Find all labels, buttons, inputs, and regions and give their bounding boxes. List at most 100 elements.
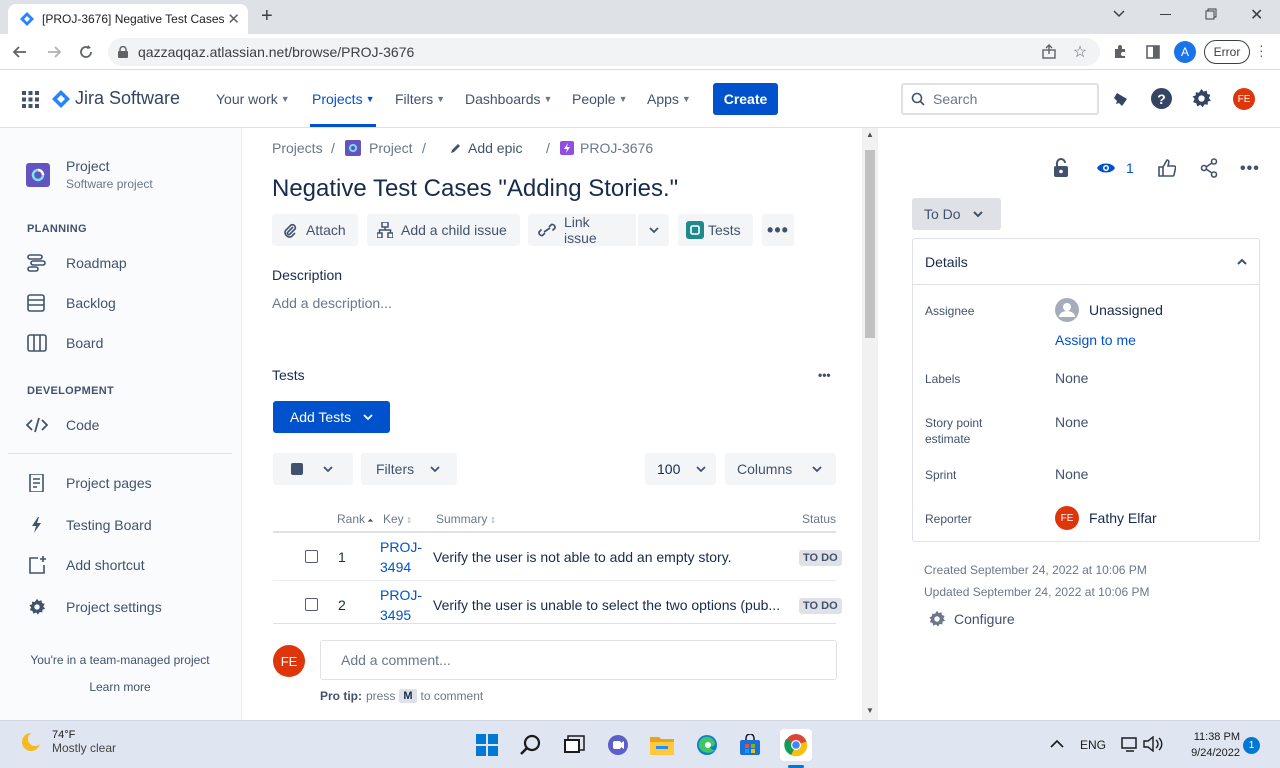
scrollbar-thumb[interactable]	[865, 150, 875, 338]
breadcrumb-add-epic[interactable]: Add epic	[450, 140, 522, 156]
assign-to-me-link[interactable]: Assign to me	[1055, 332, 1136, 348]
breadcrumb-project[interactable]: Project	[345, 140, 413, 156]
edge-browser-icon[interactable]	[693, 731, 721, 759]
column-header-rank[interactable]: Rank ⏶	[337, 512, 374, 526]
nav-apps[interactable]: Apps ▼	[647, 91, 691, 107]
sprint-value[interactable]: None	[1055, 466, 1088, 482]
maximize-icon[interactable]	[1205, 8, 1217, 20]
help-icon[interactable]: ?	[1151, 88, 1172, 109]
status-dropdown[interactable]: To Do	[912, 198, 1001, 230]
row-summary[interactable]: Verify the user is not able to add an em…	[433, 549, 793, 565]
clock[interactable]: 11:38 PM 9/24/2022	[1170, 729, 1240, 761]
side-panel-icon[interactable]	[1139, 38, 1167, 66]
windows-start-icon[interactable]	[473, 731, 501, 759]
bulk-select-dropdown[interactable]	[273, 453, 353, 485]
new-tab-icon[interactable]: +	[261, 5, 273, 28]
restriction-lock-icon[interactable]	[1053, 158, 1069, 178]
labels-value[interactable]: None	[1055, 370, 1088, 386]
network-icon[interactable]	[1121, 736, 1139, 752]
details-header[interactable]: Details	[913, 239, 1259, 285]
minimize-icon[interactable]	[1160, 14, 1171, 15]
sidebar-item-project-pages[interactable]: Project pages	[26, 474, 152, 492]
row-checkbox[interactable]	[305, 550, 318, 563]
sidebar-item-project-settings[interactable]: Project settings	[26, 598, 162, 616]
share-icon[interactable]	[1200, 158, 1218, 178]
breadcrumb-issue-key[interactable]: PROJ-3676	[560, 140, 653, 156]
search-input[interactable]: Search	[901, 83, 1099, 115]
filters-dropdown[interactable]: Filters	[361, 453, 457, 485]
row-checkbox[interactable]	[305, 598, 318, 611]
thumbs-up-icon[interactable]	[1158, 159, 1176, 177]
tab-search-chevron-icon[interactable]	[1113, 7, 1125, 19]
link-issue-button[interactable]: Link issue	[528, 214, 636, 246]
attach-button[interactable]: Attach	[272, 214, 358, 246]
file-explorer-icon[interactable]	[648, 731, 676, 759]
nav-dashboards[interactable]: Dashboards ▼	[465, 91, 552, 107]
sidebar-item-roadmap[interactable]: Roadmap	[26, 254, 127, 272]
extensions-puzzle-icon[interactable]	[1106, 38, 1134, 66]
teams-chat-icon[interactable]	[604, 731, 632, 759]
task-view-icon[interactable]	[560, 731, 588, 759]
sidebar-item-code[interactable]: Code	[26, 416, 99, 434]
tests-more-icon[interactable]: •••	[818, 368, 831, 382]
columns-dropdown[interactable]: Columns	[725, 453, 836, 485]
row-summary[interactable]: Verify the user is unable to select the …	[433, 597, 793, 613]
assignee-field[interactable]: Unassigned	[1055, 298, 1163, 322]
volume-icon[interactable]	[1143, 736, 1163, 752]
weather-widget[interactable]: 74°F Mostly clear	[20, 729, 116, 755]
show-hidden-icons-chevron[interactable]	[1050, 739, 1064, 749]
link-issue-dropdown[interactable]	[638, 214, 669, 246]
forward-arrow-icon[interactable]	[40, 38, 68, 66]
jira-logo[interactable]: Jira Software	[52, 88, 180, 109]
scroll-up-arrow-icon[interactable]: ▲	[866, 130, 874, 139]
more-horizontal-icon[interactable]: •••	[1240, 160, 1260, 178]
create-button[interactable]: Create	[713, 83, 778, 115]
sidebar-item-backlog[interactable]: Backlog	[26, 294, 116, 312]
close-tab-icon[interactable]: ✕	[227, 10, 240, 28]
tests-button[interactable]: Tests	[678, 214, 753, 246]
nav-projects[interactable]: Projects ▼	[312, 91, 375, 107]
reload-icon[interactable]	[72, 38, 100, 66]
nav-filters[interactable]: Filters ▼	[395, 91, 445, 107]
comment-input[interactable]: Add a comment...	[320, 640, 837, 680]
issue-title[interactable]: Negative Test Cases "Adding Stories."	[272, 175, 678, 203]
settings-gear-icon[interactable]	[1191, 88, 1212, 109]
scroll-down-arrow-icon[interactable]: ▼	[866, 706, 874, 715]
main-scrollbar[interactable]: ▲ ▼	[862, 128, 878, 720]
more-actions-button[interactable]: •••	[762, 214, 794, 246]
close-window-icon[interactable]: ✕	[1250, 5, 1263, 25]
story-points-value[interactable]: None	[1055, 414, 1088, 430]
add-tests-button[interactable]: Add Tests	[273, 401, 390, 433]
language-indicator[interactable]: ENG	[1080, 738, 1106, 752]
nav-people[interactable]: People ▼	[572, 91, 628, 107]
share-page-icon[interactable]	[1035, 38, 1063, 66]
nav-your-work[interactable]: Your work ▼	[216, 91, 290, 107]
browser-tab[interactable]: [PROJ-3676] Negative Test Cases ✕	[8, 4, 248, 34]
taskbar-search-icon[interactable]	[517, 731, 545, 759]
error-badge[interactable]: Error	[1204, 40, 1250, 64]
page-size-dropdown[interactable]: 100	[645, 453, 716, 485]
watch-button[interactable]: 1	[1096, 160, 1134, 176]
add-child-issue-button[interactable]: Add a child issue	[367, 214, 520, 246]
microsoft-store-icon[interactable]	[736, 731, 764, 759]
user-avatar[interactable]: FE	[1233, 88, 1255, 110]
description-field[interactable]: Add a description...	[272, 295, 392, 311]
notification-badge[interactable]: 1	[1243, 737, 1260, 754]
configure-button[interactable]: Configure	[928, 610, 1015, 628]
chrome-browser-icon[interactable]	[780, 729, 812, 761]
reporter-field[interactable]: FE Fathy Elfar	[1055, 506, 1157, 530]
row-key-link[interactable]: PROJ- 3494	[380, 537, 422, 577]
profile-avatar[interactable]: A	[1174, 41, 1196, 63]
back-arrow-icon[interactable]	[6, 38, 34, 66]
sidebar-item-testing-board[interactable]: Testing Board	[26, 516, 152, 534]
project-header[interactable]: Project Software project	[26, 158, 153, 191]
sidebar-item-add-shortcut[interactable]: Add shortcut	[26, 556, 145, 574]
learn-more-link[interactable]: Learn more	[0, 680, 240, 694]
column-header-status[interactable]: Status	[802, 512, 836, 526]
bookmark-star-icon[interactable]: ☆	[1066, 38, 1094, 66]
sidebar-item-board[interactable]: Board	[26, 334, 103, 352]
address-bar[interactable]: qazzaqqaz.atlassian.net/browse/PROJ-3676	[108, 38, 1100, 66]
app-switcher-grid-icon[interactable]	[22, 91, 39, 108]
column-header-summary[interactable]: Summary ⇕	[436, 512, 496, 526]
notifications-bell-icon[interactable]	[1113, 90, 1131, 108]
